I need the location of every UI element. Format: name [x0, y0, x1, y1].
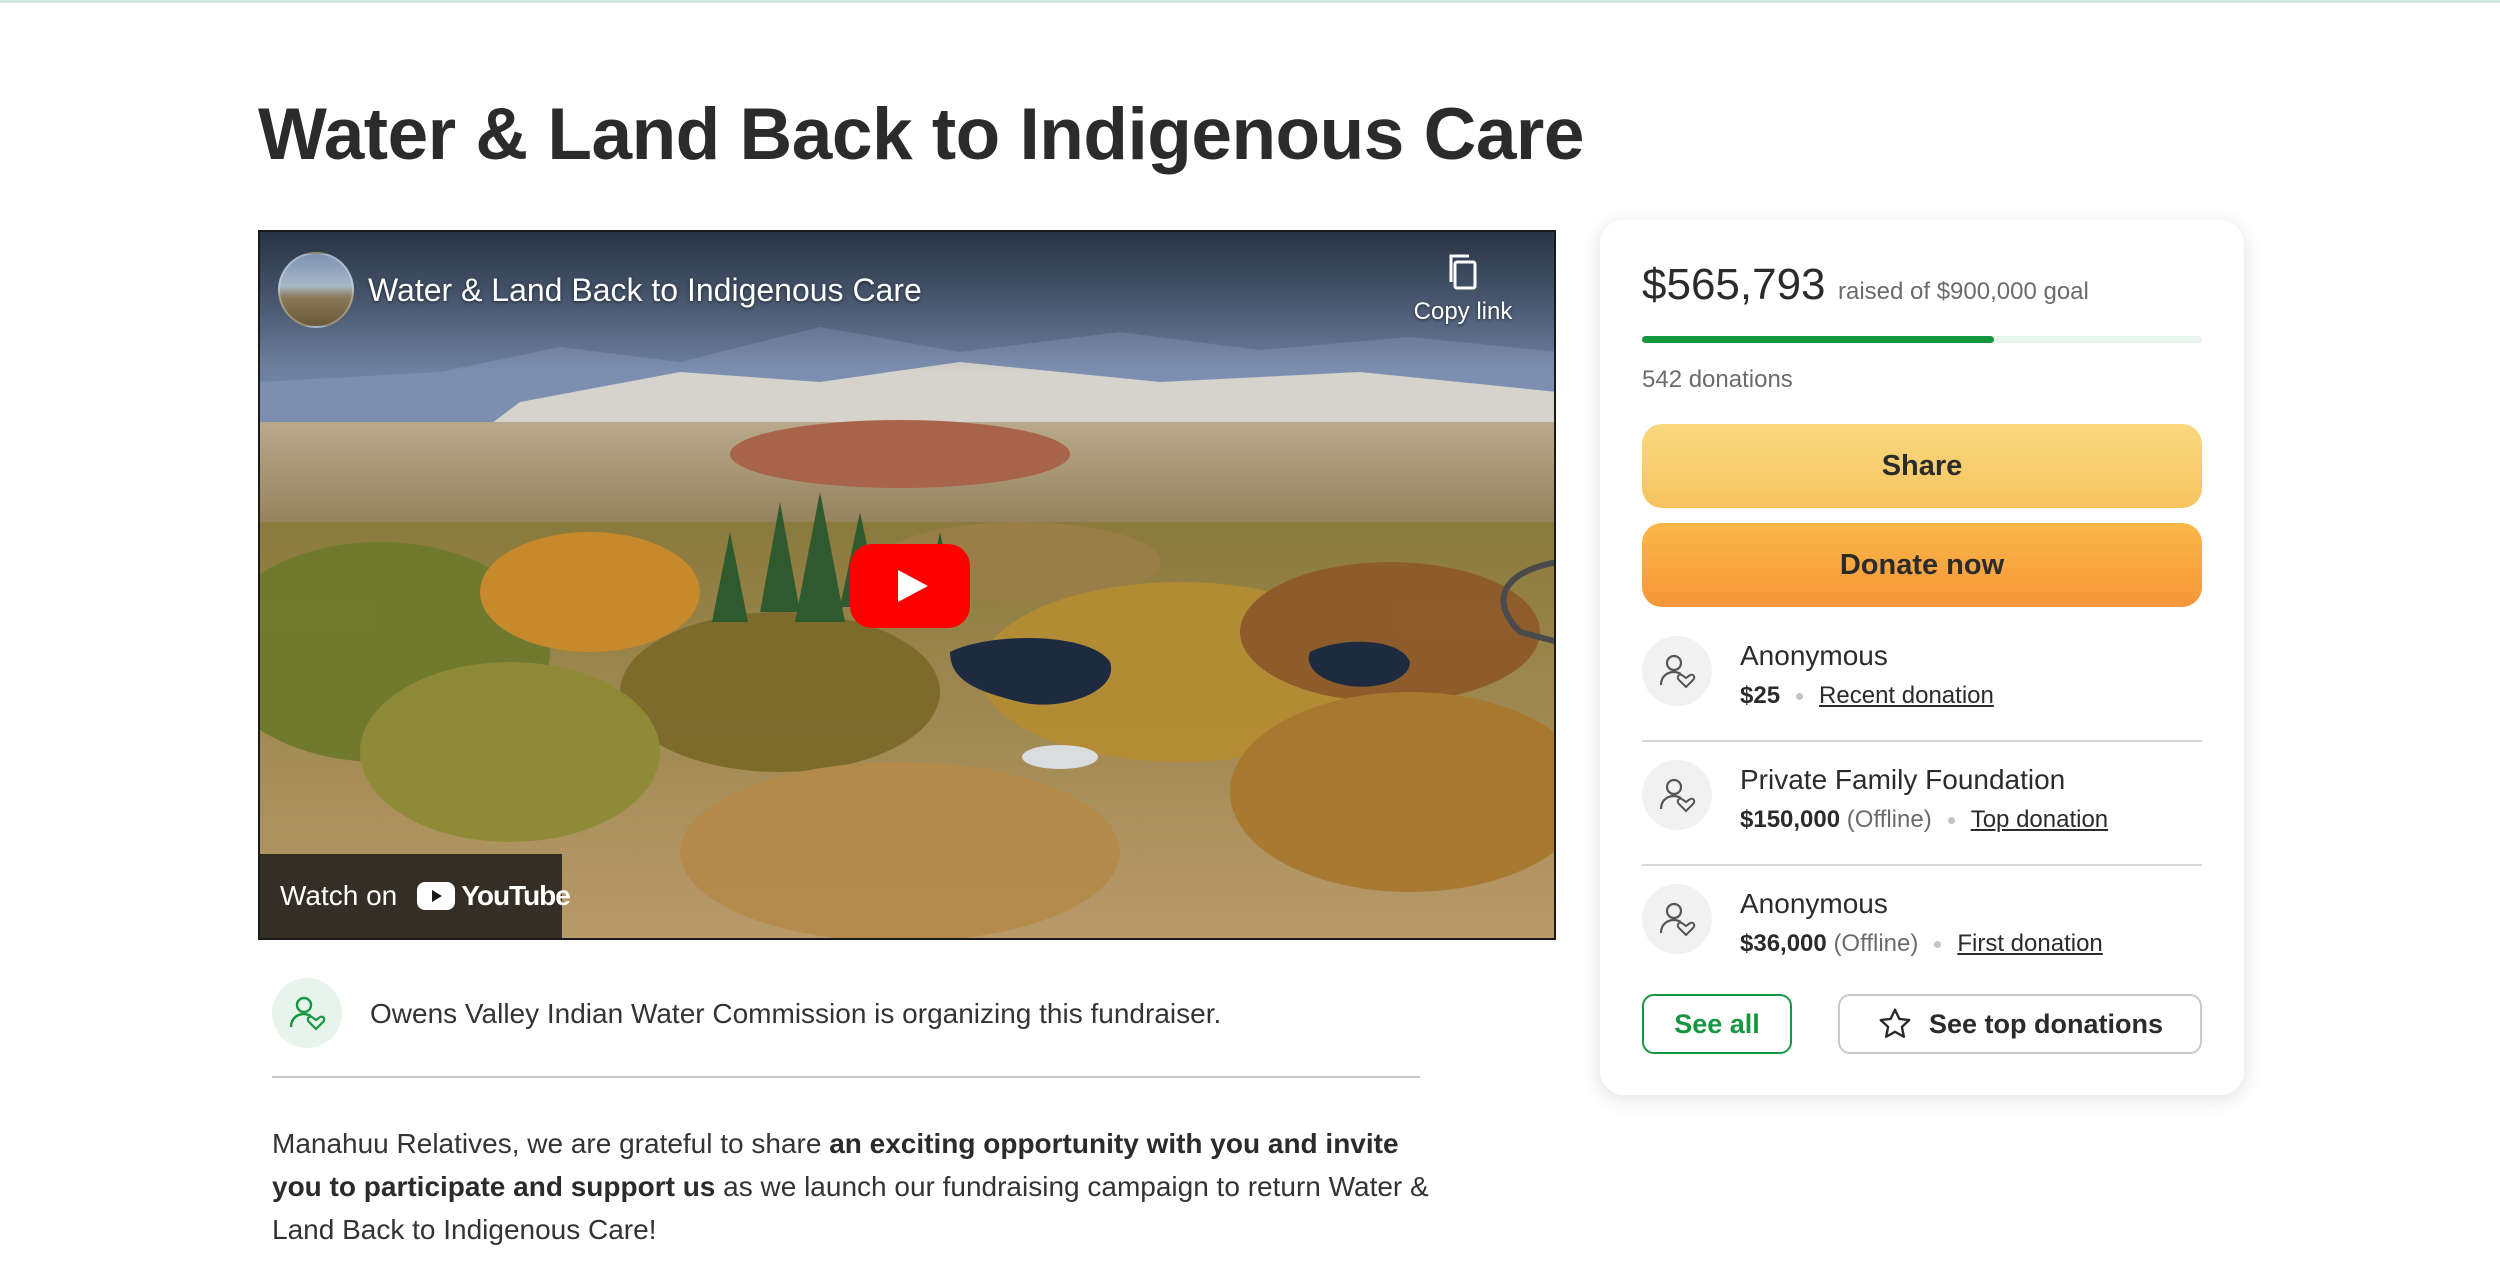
- progress-bar: [1642, 336, 2202, 343]
- progress-fill: [1642, 336, 1995, 343]
- raised-goal-text: raised of $900,000 goal: [1837, 278, 2089, 305]
- donor-amount: $36,000: [1740, 930, 1827, 957]
- donor-tag-link[interactable]: Top donation: [1971, 806, 2108, 833]
- donor-name: Anonymous: [1740, 640, 1888, 671]
- youtube-label: YouTube: [461, 880, 571, 911]
- donor-avatar: [1642, 760, 1712, 830]
- youtube-play-mark: [417, 882, 456, 910]
- person-heart-icon: [1659, 778, 1696, 813]
- donor-amount: $25: [1740, 682, 1781, 709]
- story-paragraph: Manahuu Relatives, we are grateful to sh…: [272, 1122, 1432, 1251]
- person-heart-icon: [1659, 654, 1696, 689]
- story-text: Manahuu Relatives, we are grateful to sh…: [272, 1128, 830, 1159]
- donor-name: Anonymous: [1740, 888, 1888, 919]
- donor-avatar: [1642, 884, 1712, 954]
- person-heart-icon: [289, 996, 326, 1031]
- person-heart-icon: [1659, 902, 1696, 937]
- donor-meta: $25 Recent donation: [1740, 682, 1994, 710]
- donation-count: 542 donations: [1642, 366, 1793, 393]
- play-icon[interactable]: [850, 544, 970, 628]
- donor-item: Anonymous $25 Recent donation: [1642, 618, 2202, 742]
- youtube-logo-icon: YouTube: [417, 880, 571, 912]
- separator-dot: [1934, 941, 1942, 949]
- donor-tag-link[interactable]: First donation: [1957, 930, 2102, 957]
- organizer-avatar[interactable]: [272, 978, 342, 1048]
- copy-icon: [1449, 254, 1477, 290]
- donor-meta: $36,000 (Offline) First donation: [1740, 930, 2103, 958]
- see-top-donations-label: See top donations: [1928, 1008, 2163, 1039]
- donor-name: Private Family Foundation: [1740, 764, 2066, 795]
- top-divider: [0, 0, 2500, 3]
- watch-on-youtube-button[interactable]: Watch on YouTube: [260, 854, 571, 938]
- organizer-text: Owens Valley Indian Water Commission is …: [370, 998, 1222, 1029]
- see-top-donations-button[interactable]: See top donations: [1838, 994, 2202, 1054]
- video-title[interactable]: Water & Land Back to Indigenous Care: [368, 272, 922, 309]
- separator-dot: [1947, 817, 1955, 825]
- donor-offline-label: (Offline): [1833, 930, 1919, 957]
- donor-amount: $150,000: [1740, 806, 1841, 833]
- share-button[interactable]: Share: [1642, 424, 2202, 508]
- raised-amount: $565,793: [1642, 260, 1826, 309]
- donor-item: Anonymous $36,000 (Offline) First donatio…: [1642, 866, 2202, 990]
- separator-dot: [1796, 693, 1804, 701]
- copy-link-button[interactable]: Copy link: [1408, 252, 1518, 326]
- donate-now-button[interactable]: Donate now: [1642, 523, 2202, 607]
- raised-summary: $565,793 raised of $900,000 goal: [1642, 260, 2089, 310]
- organizer-row: Owens Valley Indian Water Commission is …: [272, 978, 1420, 1078]
- donor-offline-label: (Offline): [1846, 806, 1932, 833]
- donor-meta: $150,000 (Offline) Top donation: [1740, 806, 2108, 834]
- donor-avatar: [1642, 636, 1712, 706]
- donor-item: Private Family Foundation $150,000 (Offl…: [1642, 742, 2202, 866]
- donor-tag-link[interactable]: Recent donation: [1819, 682, 1994, 709]
- video-player[interactable]: Water & Land Back to Indigenous Care Cop…: [258, 230, 1556, 940]
- channel-avatar[interactable]: [278, 252, 354, 328]
- star-icon: [1879, 1008, 1911, 1038]
- page-title: Water & Land Back to Indigenous Care: [258, 94, 1584, 175]
- watch-on-label: Watch on: [280, 880, 398, 911]
- see-all-button[interactable]: See all: [1642, 994, 1792, 1054]
- copy-link-label: Copy link: [1413, 298, 1513, 325]
- organizer-divider: [272, 1076, 1420, 1078]
- donation-card: $565,793 raised of $900,000 goal 542 don…: [1600, 220, 2244, 1095]
